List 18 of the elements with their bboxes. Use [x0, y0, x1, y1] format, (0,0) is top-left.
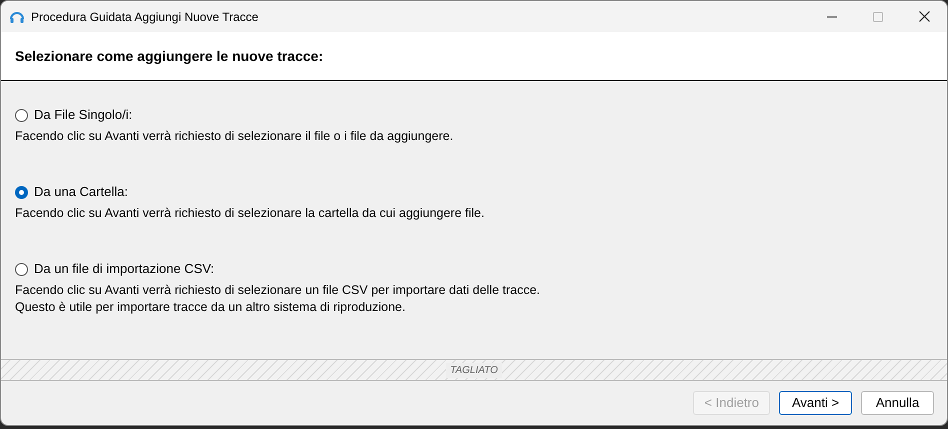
radio-option[interactable]: Da File Singolo/i: [15, 106, 132, 124]
radio-option[interactable]: Da un file di importazione CSV: [15, 260, 214, 278]
option-description: Questo è utile per importare tracce da un altro sistema di riproduzione. [15, 299, 406, 316]
radio-button[interactable] [15, 262, 28, 276]
header-title: Selezionare come aggiungere le nuove tracce: [15, 46, 324, 66]
option-description: Facendo clic su Avanti verrà richiesto di selezionare il file o i file da aggiungere. [15, 128, 454, 145]
radio-button[interactable] [15, 108, 28, 122]
window-title: Procedura Guidata Aggiungi Nuove Tracce [31, 8, 258, 26]
option-description: Facendo clic su Avanti verrà richiesto di selezionare un file CSV per importare dati delle tracce. [15, 282, 542, 299]
option-description: Facendo clic su Avanti verrà richiesto di selezionare la cartella da cui aggiungere file. [15, 205, 486, 222]
wizard-button[interactable]: Annulla [861, 391, 934, 415]
radio-option[interactable]: Da una Cartella: [15, 183, 128, 201]
close-icon [918, 11, 930, 22]
cut-label: TAGLIATO [446, 362, 502, 378]
maximize-icon [873, 12, 883, 22]
radio-button[interactable] [15, 186, 28, 198]
wizard-button[interactable]: Avanti > [779, 391, 852, 415]
minimize-icon [827, 16, 837, 18]
